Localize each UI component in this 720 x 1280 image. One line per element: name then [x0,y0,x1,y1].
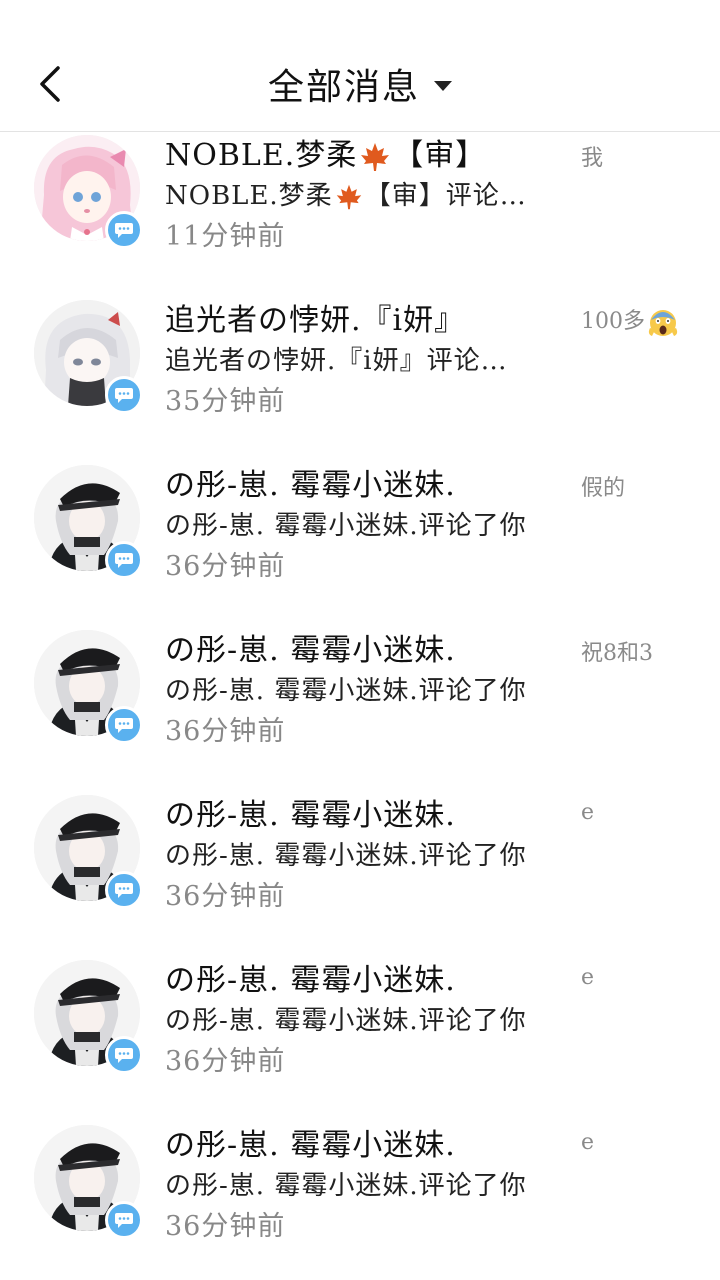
message-time: 36分钟前 [165,716,286,747]
message-time: 35分钟前 [165,386,286,417]
message-preview: の彤-崽. 霉霉小迷妹.评论了你 [165,511,527,541]
maple-leaf-icon [361,143,390,171]
message-item[interactable]: の彤-崽. 霉霉小迷妹. の彤-崽. 霉霉小迷妹.评论了你 36分钟前 e [0,1110,720,1275]
message-preview: NOBLE.梦柔 【审】评论… [165,181,527,211]
message-preview: の彤-崽. 霉霉小迷妹.评论了你 [165,841,527,871]
comment-badge-icon [105,1036,143,1074]
message-time: 36分钟前 [165,551,286,582]
message-item[interactable]: の彤-崽. 霉霉小迷妹. の彤-崽. 霉霉小迷妹.评论了你 36分钟前 祝8和3 [0,615,720,780]
sender-name: の彤-崽. 霉霉小迷妹. [165,1128,456,1163]
comment-snippet: e [581,1130,595,1155]
message-time: 36分钟前 [165,1211,286,1242]
header: 全部消息 [0,0,720,132]
message-item[interactable]: の彤-崽. 霉霉小迷妹. の彤-崽. 霉霉小迷妹.评论了你 36分钟前 e [0,945,720,1110]
message-preview: の彤-崽. 霉霉小迷妹.评论了你 [165,676,527,706]
comment-badge-icon [105,1201,143,1239]
sender-name: の彤-崽. 霉霉小迷妹. [165,633,456,668]
comment-snippet: 假的 [581,476,626,501]
sender-name: の彤-崽. 霉霉小迷妹. [165,798,456,833]
sender-name: の彤-崽. 霉霉小迷妹. [165,963,456,998]
message-preview: の彤-崽. 霉霉小迷妹.评论了你 [165,1171,527,1201]
message-item[interactable]: の彤-崽. 霉霉小迷妹. の彤-崽. 霉霉小迷妹.评论了你 36分钟前 e [0,780,720,945]
comment-badge-icon [105,211,143,249]
page-title: 全部消息 [267,67,420,108]
message-preview: 追光者の悖妍.『i妍』评论… [165,346,508,376]
message-item[interactable]: NOBLE.梦柔 【审】 NOBLE.梦柔 【审】评论… 11分钟前 我 [0,120,720,285]
comment-snippet: 100多 [581,303,681,338]
maple-leaf-icon [336,184,361,210]
message-time: 36分钟前 [165,881,286,912]
comment-badge-icon [105,376,143,414]
message-time: 11分钟前 [165,221,286,252]
comment-snippet: 我 [581,146,604,171]
message-item[interactable]: の彤-崽. 霉霉小迷妹. の彤-崽. 霉霉小迷妹.评论了你 36分钟前 假的 [0,450,720,615]
message-time: 36分钟前 [165,1046,286,1077]
screaming-face-icon [648,310,678,336]
message-preview: の彤-崽. 霉霉小迷妹.评论了你 [165,1006,527,1036]
sender-name: の彤-崽. 霉霉小迷妹. [165,468,456,503]
comment-snippet: 祝8和3 [581,641,653,666]
message-item[interactable]: 追光者の悖妍.『i妍』 追光者の悖妍.『i妍』评论… 35分钟前 100多 [0,285,720,450]
comment-snippet: e [581,800,595,825]
caret-down-icon [434,81,452,91]
comment-badge-icon [105,871,143,909]
sender-name: 追光者の悖妍.『i妍』 [165,303,466,338]
comment-badge-icon [105,541,143,579]
comment-badge-icon [105,706,143,744]
title-dropdown[interactable]: 全部消息 [0,58,720,110]
comment-snippet: e [581,965,595,990]
sender-name: NOBLE.梦柔 【审】 [165,138,487,173]
